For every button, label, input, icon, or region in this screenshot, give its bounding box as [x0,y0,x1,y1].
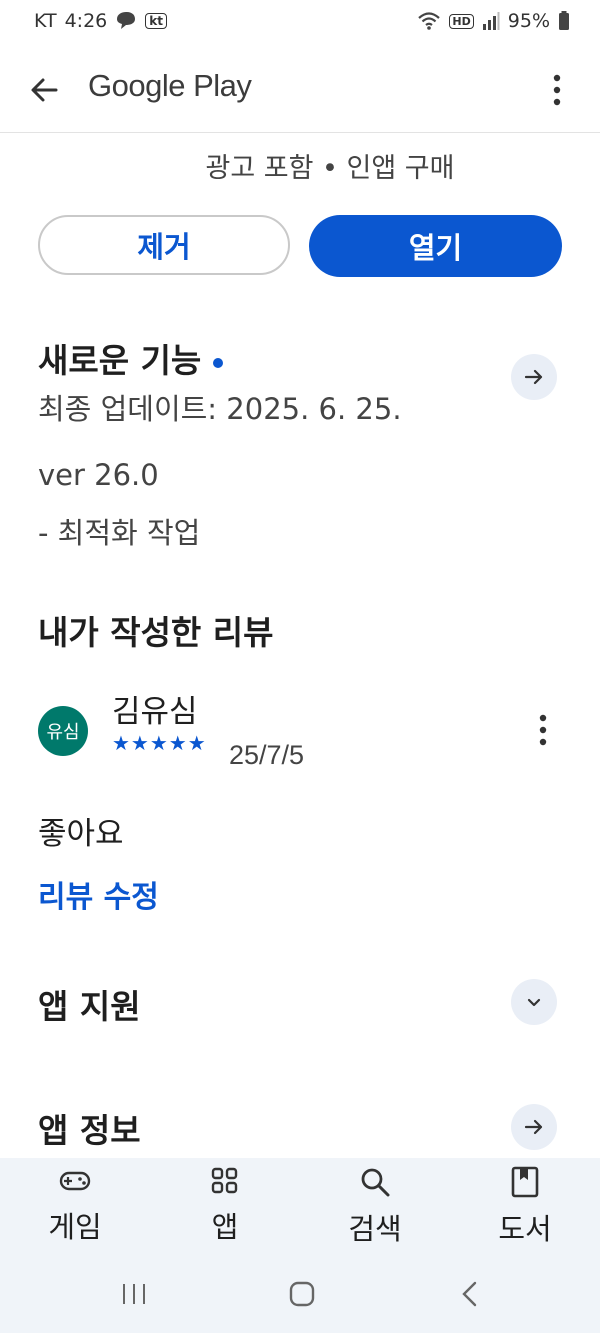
app-info-heading[interactable]: 앱 정보 [38,1104,141,1152]
signal-icon [482,12,500,30]
chevron-down-icon [527,998,541,1007]
nav-label-books: 도서 [498,1212,552,1246]
uninstall-button[interactable]: 제거 [38,215,290,275]
review-text: 좋아요 [38,816,124,852]
avatar: 유심 [38,706,88,756]
bottom-navigation: 게임 앱 검색 도서 [0,1158,600,1256]
review-more-icon[interactable] [526,712,560,748]
battery-icon [559,11,569,30]
nav-label-games: 게임 [48,1210,102,1244]
apps-grid-icon [211,1167,238,1194]
nav-label-apps: 앱 [211,1210,239,1244]
whats-new-arrow-button[interactable] [511,354,557,400]
nav-item-search[interactable]: 검색 [320,1166,430,1248]
search-icon [361,1168,390,1197]
arrow-right-icon [524,369,543,385]
book-icon [511,1166,539,1198]
nav-label-search: 검색 [348,1212,402,1246]
my-review-heading: 내가 작성한 리뷰 [38,613,274,652]
status-right: HD 95% [417,10,570,32]
back-arrow-icon[interactable] [26,72,62,108]
rating-stars: ★★★★★ [112,731,207,755]
status-left: KT 4:26 kt [34,10,167,32]
version-text: ver 26.0 [38,458,159,492]
page-title: Google Play [88,68,252,103]
review-author: 김유심 [112,694,198,730]
kt-badge: kt [145,13,167,29]
recent-apps-icon[interactable] [120,1282,148,1306]
whats-new-title: 새로운 기능 [38,341,202,380]
app-info-arrow-button[interactable] [511,1104,557,1150]
appbar-divider [0,132,600,133]
new-indicator-dot [213,357,224,368]
whats-new-heading: 새로운 기능 [38,334,224,382]
top-app-bar: Google Play [0,52,600,128]
arrow-right-icon [524,1119,543,1135]
time-label: 4:26 [64,10,108,32]
edit-review-link[interactable]: 리뷰 수정 [38,872,159,916]
review-date: 25/7/5 [229,740,305,770]
last-updated-text: 최종 업데이트: 2025. 6. 25. [38,392,402,426]
system-nav-bar [0,1256,600,1333]
gamepad-icon [59,1171,91,1191]
home-icon[interactable] [288,1280,316,1308]
nav-item-apps[interactable]: 앱 [170,1166,280,1246]
nav-item-books[interactable]: 도서 [470,1166,580,1248]
nav-item-games[interactable]: 게임 [20,1166,130,1246]
app-sub-info: 광고 포함 • 인앱 구매 [205,153,455,184]
status-bar: KT 4:26 kt HD 95% [0,0,600,44]
wifi-icon [418,12,441,30]
release-note-text: - 최적화 작업 [38,516,201,550]
app-support-heading[interactable]: 앱 지원 [38,980,141,1028]
app-support-expand-button[interactable] [511,979,557,1025]
carrier-label: KT [34,10,57,32]
chat-bubble-icon [117,12,136,29]
open-button[interactable]: 열기 [309,215,562,277]
battery-percent: 95% [507,10,550,32]
more-vert-icon[interactable] [540,72,574,108]
hd-badge: HD [449,13,474,29]
back-nav-icon[interactable] [458,1280,482,1308]
